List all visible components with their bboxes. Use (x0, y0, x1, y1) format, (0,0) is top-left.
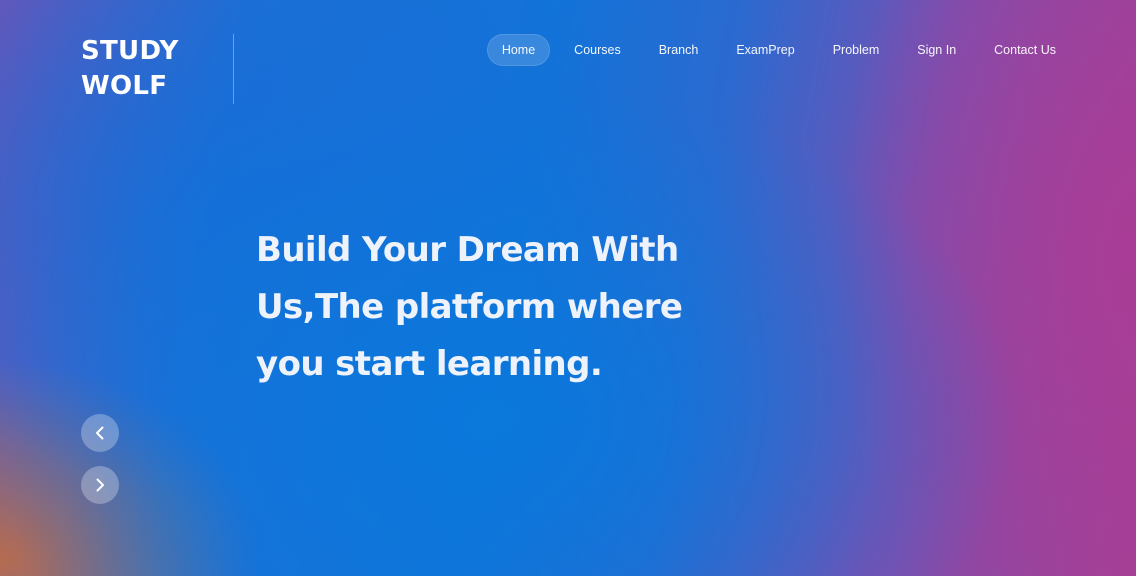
brand-logo-line1: STUDY (81, 36, 179, 66)
chevron-left-icon (96, 426, 104, 440)
brand-logo-line2: WOLF (81, 71, 168, 101)
nav-item-contact-us[interactable]: Contact Us (980, 34, 1070, 66)
slider-next-button[interactable] (81, 466, 119, 504)
nav-item-sign-in[interactable]: Sign In (903, 34, 970, 66)
hero-headline-line1: Build Your Dream With (256, 230, 679, 270)
nav-item-problem[interactable]: Problem (819, 34, 894, 66)
main-nav: Home Courses Branch ExamPrep Problem Sig… (477, 34, 1070, 66)
brand-logo[interactable]: STUDY WOLF (81, 34, 179, 104)
nav-item-examprep[interactable]: ExamPrep (722, 34, 808, 66)
nav-item-branch[interactable]: Branch (645, 34, 713, 66)
hero-headline: Build Your Dream With Us,The platform wh… (256, 222, 716, 393)
nav-item-home[interactable]: Home (486, 34, 551, 66)
page: STUDY WOLF Home Courses Branch ExamPrep … (0, 0, 1136, 576)
header-divider (233, 34, 234, 104)
chevron-right-icon (96, 478, 104, 492)
slider-prev-button[interactable] (81, 414, 119, 452)
nav-item-courses[interactable]: Courses (560, 34, 635, 66)
hero-headline-line3: you start learning. (256, 344, 603, 384)
hero-headline-line2: Us,The platform where (256, 287, 683, 327)
